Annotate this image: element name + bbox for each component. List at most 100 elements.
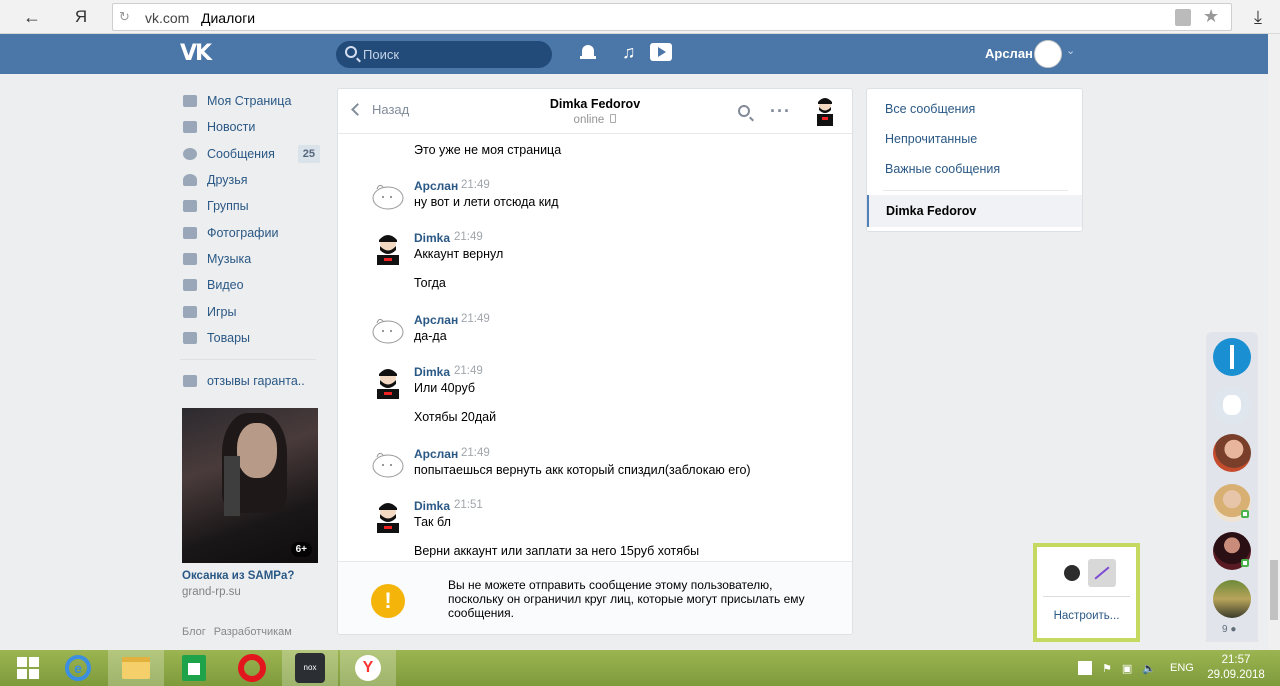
address-bar[interactable]: ↻ vk.com Диалоги ★ <box>112 3 1232 31</box>
side-friends-bar: 9 ● <box>1206 332 1258 642</box>
left-menu-item-groups[interactable]: Группы <box>180 193 320 219</box>
groups-icon <box>183 375 197 388</box>
left-menu-item-friends[interactable]: Друзья <box>180 167 320 193</box>
network-icon[interactable]: ▣ <box>1122 662 1132 675</box>
music-play-icon[interactable] <box>650 43 672 61</box>
peer-avatar[interactable] <box>814 96 836 126</box>
search-input[interactable] <box>363 45 543 64</box>
search-icon <box>345 46 357 58</box>
avatar[interactable] <box>371 447 405 481</box>
action-center-flag-icon[interactable]: ⚑ <box>1102 662 1112 675</box>
lock-icon[interactable] <box>1175 9 1191 26</box>
browser-toolbar: ← Я ↻ vk.com Диалоги ★ ⤓ <box>0 0 1280 34</box>
message-time: 21:49 <box>454 231 483 243</box>
nox-icon: nox <box>295 653 325 683</box>
header-user-name[interactable]: Арслан <box>985 46 1033 61</box>
ad-image[interactable]: 6+ <box>182 408 318 563</box>
message-author[interactable]: Dimka <box>414 365 450 379</box>
left-menu-label: Сообщения <box>207 146 275 161</box>
left-menu-item-my-page[interactable]: Моя Страница <box>180 88 320 114</box>
taskbar-explorer[interactable] <box>108 650 164 686</box>
left-menu-item-messages[interactable]: Сообщения 25 <box>180 141 320 167</box>
left-menu-item-video[interactable]: Видео <box>180 272 320 298</box>
music-note-icon[interactable]: ♫ <box>622 42 636 63</box>
yandex-logo-icon[interactable]: Я <box>66 4 96 30</box>
mobile-icon <box>610 114 617 123</box>
message-author[interactable]: Арслан <box>414 179 458 193</box>
message-author[interactable]: Арслан <box>414 313 458 327</box>
avatar[interactable] <box>371 313 405 347</box>
nox-icon[interactable] <box>1064 565 1080 581</box>
ad-domain[interactable]: grand-rp.su <box>182 586 241 598</box>
left-menu-item-group-link[interactable]: отзывы гаранта.. <box>180 368 320 394</box>
avatar[interactable] <box>371 365 405 399</box>
avatar[interactable] <box>371 499 405 533</box>
pen-tool-icon[interactable] <box>1088 559 1116 587</box>
dialogs-filter-menu: Все сообщения Непрочитанные Важные сообщ… <box>866 88 1083 232</box>
avatar[interactable] <box>371 231 405 265</box>
music-icon <box>183 252 197 265</box>
scrollbar-thumb[interactable] <box>1270 560 1278 620</box>
left-menu-item-news[interactable]: Новости <box>180 114 320 140</box>
left-menu-label: Видео <box>207 278 244 293</box>
more-icon[interactable]: ··· <box>770 101 791 122</box>
start-button[interactable] <box>0 650 56 686</box>
yandex-browser-icon: Y <box>355 655 381 681</box>
notifications-bell-icon[interactable] <box>580 44 596 62</box>
taskbar-ie[interactable]: e <box>50 650 106 686</box>
bookmark-star-icon[interactable]: ★ <box>1203 6 1219 27</box>
taskbar-yandex[interactable]: Y <box>340 650 396 686</box>
message-text: Верни аккаунт или заплати за него 15руб … <box>414 544 700 558</box>
search-box[interactable] <box>336 41 552 68</box>
download-icon[interactable]: ⤓ <box>1246 4 1270 30</box>
tray-expand-icon[interactable] <box>1078 661 1092 675</box>
active-dialog-tab[interactable]: Dimka Fedorov <box>867 195 1082 227</box>
system-clock[interactable]: 21:57 29.09.2018 <box>1206 653 1266 683</box>
friends-count[interactable]: 9 ● <box>1222 624 1236 635</box>
taskbar-opera[interactable] <box>224 650 280 686</box>
video-icon <box>183 279 197 292</box>
blocked-notice-text: Вы не можете отправить сообщение этому п… <box>448 578 805 620</box>
search-icon[interactable] <box>738 105 750 117</box>
blocked-notice: ! Вы не можете отправить сообщение этому… <box>338 561 852 634</box>
reload-icon[interactable]: ↻ <box>119 9 135 25</box>
message-author[interactable]: Dimka <box>414 499 450 513</box>
left-menu-divider <box>180 358 316 360</box>
input-language[interactable]: ENG <box>1170 662 1194 674</box>
header-user-avatar[interactable] <box>1034 40 1062 68</box>
filter-unread[interactable]: Непрочитанные <box>885 132 977 146</box>
friend-avatar[interactable] <box>1213 434 1251 472</box>
person-icon: ● <box>1230 624 1237 635</box>
configure-link[interactable]: Настроить... <box>1037 610 1136 622</box>
left-menu-label: Музыка <box>207 251 252 266</box>
chevron-down-icon[interactable]: ⌄ <box>1066 44 1075 57</box>
ad-title[interactable]: Оксанка из SAMPа? <box>182 570 294 582</box>
message-author[interactable]: Dimka <box>414 231 450 245</box>
folder-icon <box>122 657 150 679</box>
vk-logo-icon[interactable]: VK <box>180 41 214 67</box>
message-time: 21:49 <box>461 447 490 459</box>
clock-time: 21:57 <box>1221 654 1251 666</box>
avatar[interactable] <box>371 179 405 213</box>
left-menu-item-goods[interactable]: Товары <box>180 325 320 351</box>
back-arrow-icon[interactable]: ← <box>14 4 50 30</box>
taskbar-store[interactable] <box>166 650 222 686</box>
filter-all-messages[interactable]: Все сообщения <box>885 102 975 116</box>
extension-popup: Настроить... <box>1033 543 1140 642</box>
filter-important[interactable]: Важные сообщения <box>885 162 1000 176</box>
friends-count-value: 9 <box>1222 624 1228 635</box>
sync-icon[interactable] <box>1213 338 1251 376</box>
left-menu-item-games[interactable]: Игры <box>180 298 320 324</box>
left-menu-item-music[interactable]: Музыка <box>180 246 320 272</box>
message-author[interactable]: Арслан <box>414 447 458 461</box>
left-menu-item-photos[interactable]: Фотографии <box>180 219 320 245</box>
volume-icon[interactable]: 🔈 <box>1142 662 1156 675</box>
vk-dog-icon[interactable] <box>1213 386 1251 424</box>
page-scrollbar[interactable] <box>1268 34 1280 650</box>
footer-link-blog[interactable]: Блог <box>182 626 206 638</box>
friend-avatar[interactable] <box>1213 580 1251 618</box>
store-icon <box>182 655 206 681</box>
url-domain: vk.com <box>145 10 190 26</box>
footer-link-developers[interactable]: Разработчикам <box>214 626 292 638</box>
taskbar-nox[interactable]: nox <box>282 650 338 686</box>
